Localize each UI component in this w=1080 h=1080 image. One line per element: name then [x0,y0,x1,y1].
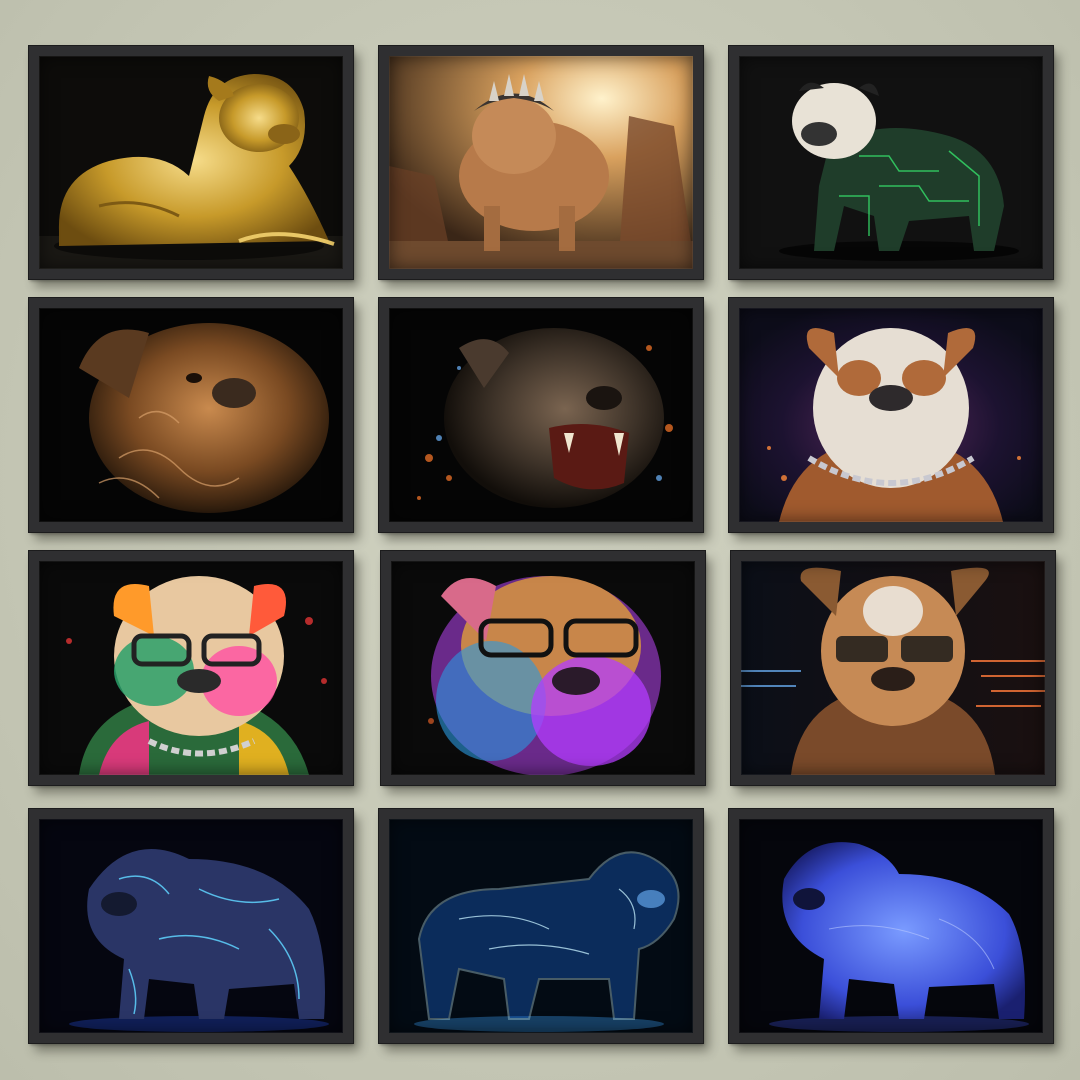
artwork-blue-glow-bulldog[interactable] [728,808,1054,1044]
snarling-bulldog-image [389,308,693,522]
neon-glasses-bulldog-image [391,561,695,775]
hologram-bulldog-image [389,819,693,1033]
artwork-armored-bulldog[interactable] [378,45,704,280]
armored-bulldog-image [389,56,693,269]
gallery-wall [0,0,1080,1080]
artwork-gold-bulldog[interactable] [28,45,354,280]
circuit-bulldog-image [739,56,1043,269]
blue-glow-bulldog-image [739,819,1043,1033]
sunglasses-bulldog-image [741,561,1045,775]
bronze-bulldog-image [39,308,343,522]
artwork-sunglasses-bulldog[interactable] [730,550,1056,786]
artwork-chain-bulldog[interactable] [728,297,1054,533]
artwork-dark-neon-bulldog[interactable] [28,808,354,1044]
artwork-circuit-bulldog[interactable] [728,45,1054,280]
artwork-rainbow-bulldog[interactable] [28,550,354,786]
dark-neon-bulldog-image [39,819,343,1033]
gold-bulldog-image [39,56,343,269]
rainbow-bulldog-image [39,561,343,775]
artwork-neon-glasses-bulldog[interactable] [380,550,706,786]
artwork-bronze-bulldog[interactable] [28,297,354,533]
chain-bulldog-image [739,308,1043,522]
artwork-hologram-bulldog[interactable] [378,808,704,1044]
artwork-snarling-bulldog[interactable] [378,297,704,533]
